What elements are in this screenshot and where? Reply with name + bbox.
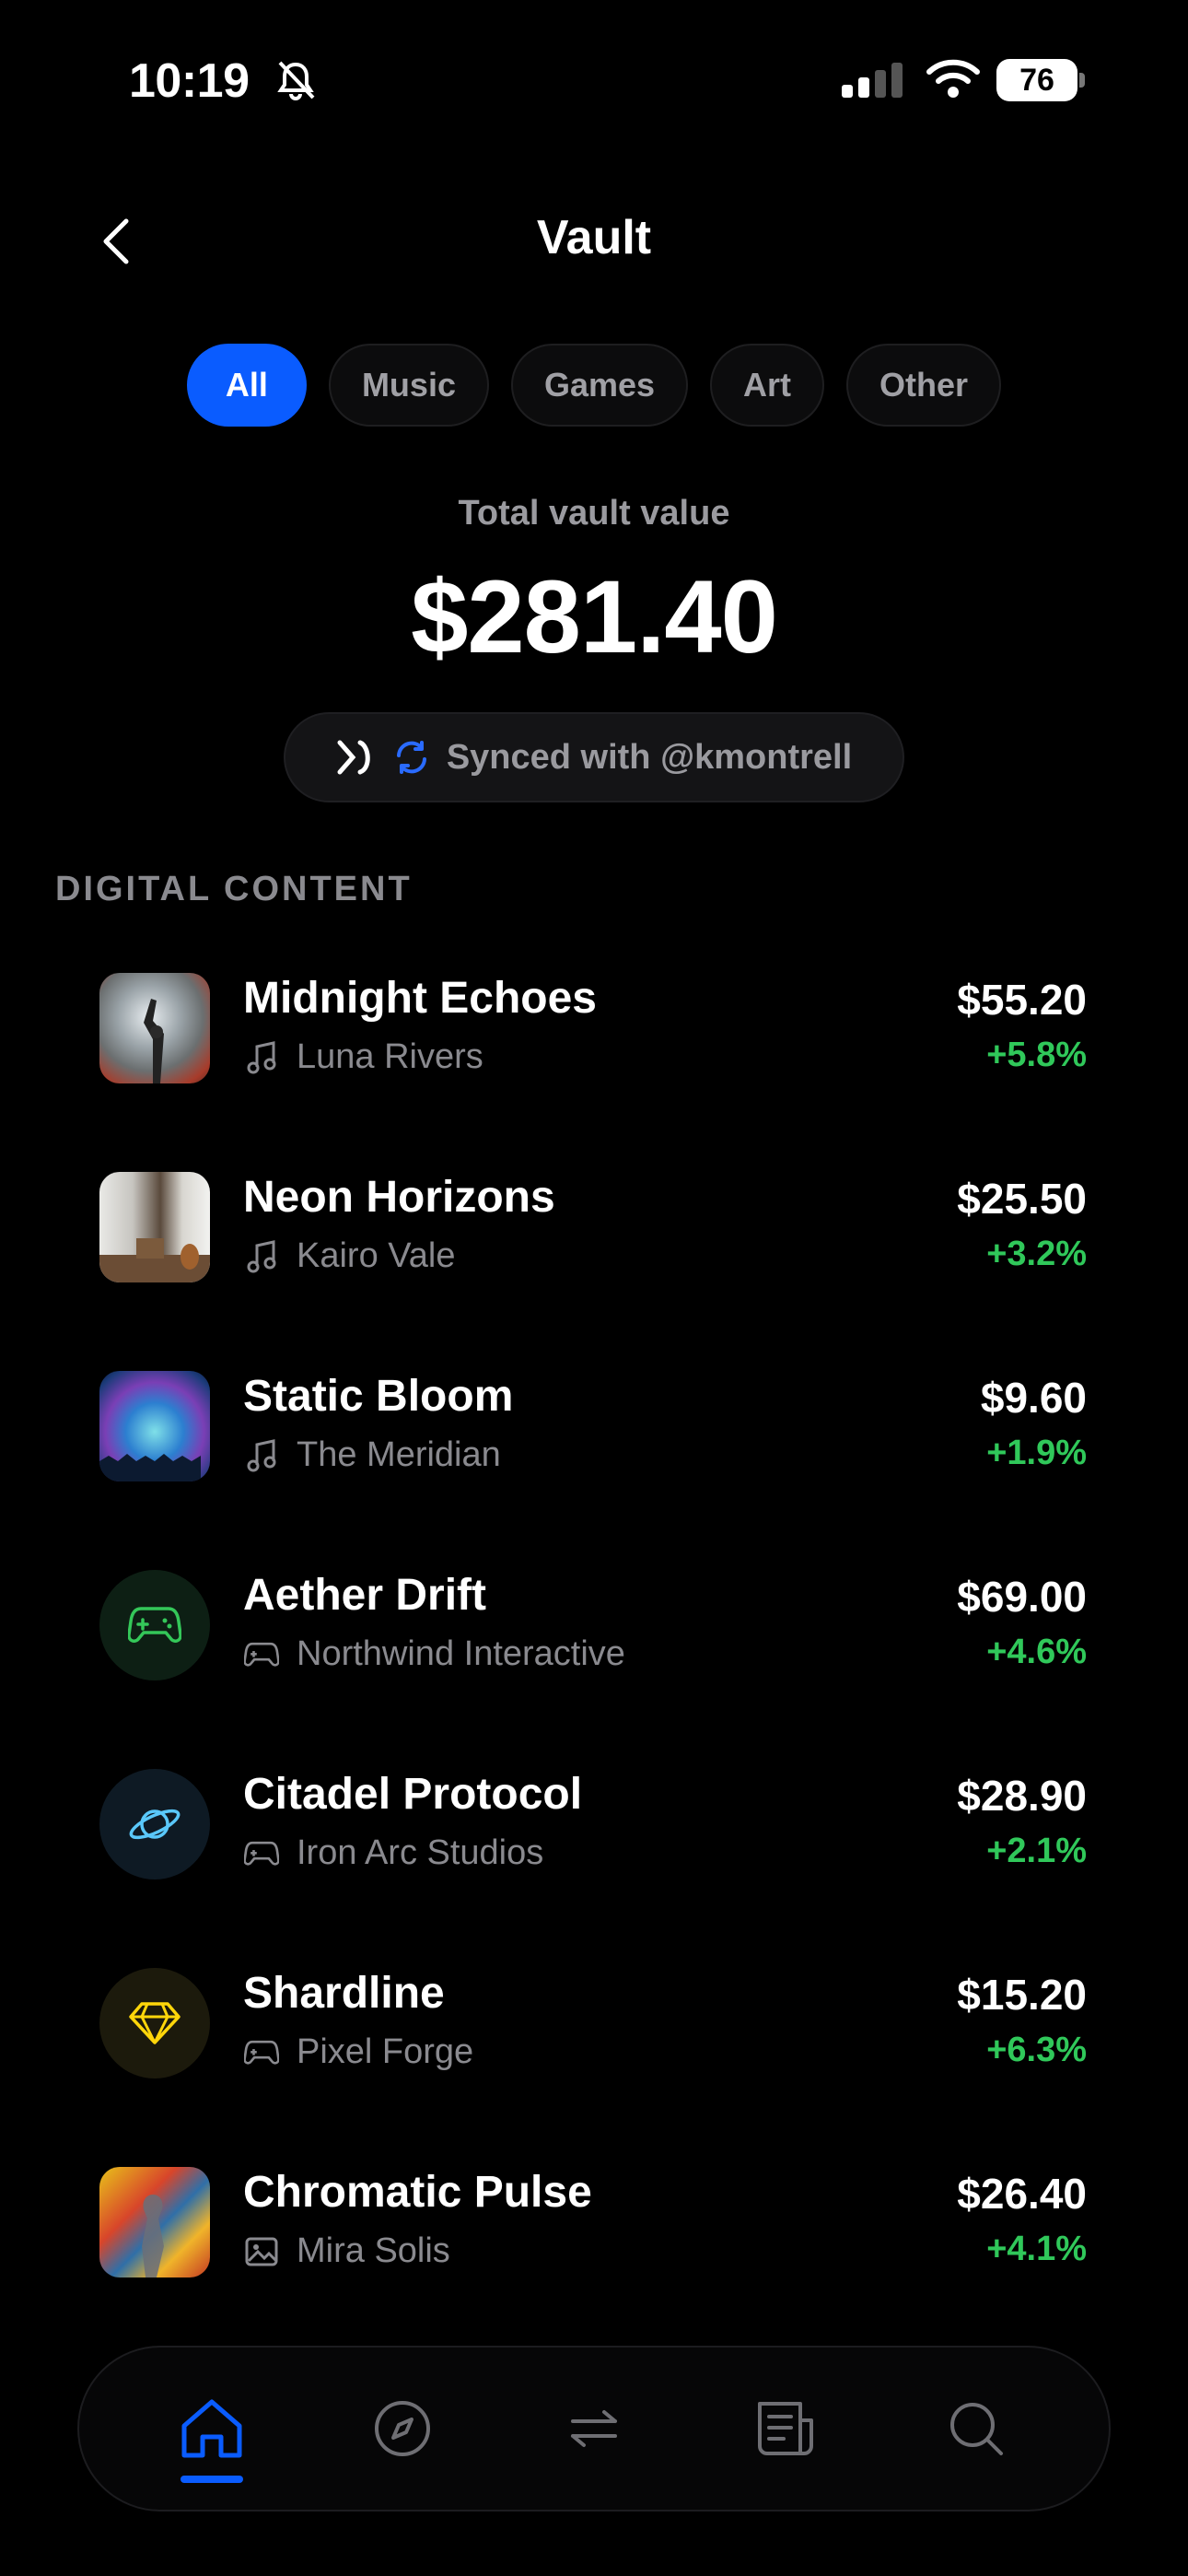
- filter-chip-games[interactable]: Games: [510, 344, 689, 427]
- item-creator-name: Iron Arc Studios: [297, 1833, 544, 1872]
- list-item[interactable]: Midnight Echoes Luna Rivers $55.20 +5.8%: [0, 958, 1188, 1157]
- diamond-icon: [129, 2002, 181, 2044]
- planet-icon: [129, 1809, 181, 1840]
- music-note-icon: [243, 1238, 280, 1275]
- item-creator-name: Luna Rivers: [297, 1037, 483, 1076]
- filter-chip-music[interactable]: Music: [328, 344, 489, 427]
- item-artwork: [99, 1570, 210, 1680]
- tab-news[interactable]: [735, 2369, 836, 2488]
- item-title: Citadel Protocol: [243, 1770, 583, 1819]
- list-item[interactable]: Neon Horizons Kairo Vale $25.50 +3.2%: [0, 1157, 1188, 1356]
- item-creator: Iron Arc Studios: [243, 1833, 543, 1873]
- item-change: +6.3%: [986, 2031, 1087, 2069]
- item-creator: Luna Rivers: [243, 1037, 483, 1077]
- painted-figure: [142, 2195, 164, 2277]
- swap-arrows-icon: [570, 2410, 617, 2447]
- compass-icon: [375, 2401, 431, 2456]
- item-price: $26.40: [957, 2170, 1087, 2218]
- image-icon: [243, 2233, 280, 2270]
- item-creator-name: The Meridian: [297, 1435, 501, 1474]
- item-creator: The Meridian: [243, 1435, 501, 1475]
- x-logo-icon: [337, 740, 370, 775]
- item-price: $69.00: [957, 1573, 1087, 1621]
- item-artwork: [99, 973, 210, 1083]
- cellular-signal-icon: [842, 63, 903, 98]
- music-note-icon: [243, 1437, 280, 1474]
- total-value-amount: $281.40: [411, 559, 778, 674]
- item-creator-name: Kairo Vale: [297, 1236, 456, 1275]
- section-title: DIGITAL CONTENT: [55, 870, 413, 908]
- item-creator-name: Mira Solis: [297, 2231, 450, 2270]
- item-title: Shardline: [243, 1969, 445, 2018]
- tab-home[interactable]: [161, 2369, 262, 2488]
- item-creator: Pixel Forge: [243, 2032, 473, 2072]
- item-change: +4.1%: [986, 2230, 1087, 2268]
- item-creator: Northwind Interactive: [243, 1634, 625, 1674]
- status-time: 10:19: [129, 54, 250, 108]
- item-creator-name: Pixel Forge: [297, 2032, 474, 2071]
- silent-bell-icon: [277, 61, 315, 100]
- status-bar: 10:19 76: [0, 0, 1188, 157]
- item-creator: Mira Solis: [243, 2231, 450, 2271]
- room-scene: [99, 1238, 210, 1282]
- list-item[interactable]: Citadel Protocol Iron Arc Studios $28.90…: [0, 1754, 1188, 1953]
- performer-silhouette: [144, 999, 164, 1083]
- item-title: Static Bloom: [243, 1372, 514, 1421]
- list-item[interactable]: Shardline Pixel Forge $15.20 +6.3%: [0, 1953, 1188, 2152]
- item-title: Aether Drift: [243, 1571, 487, 1620]
- item-title: Chromatic Pulse: [243, 2168, 592, 2217]
- list-item[interactable]: Aether Drift Northwind Interactive $69.0…: [0, 1555, 1188, 1754]
- vault-screen: 10:19 76 Vault All Music Games Art Other…: [0, 0, 1188, 2576]
- item-title: Neon Horizons: [243, 1173, 555, 1222]
- news-icon: [757, 2402, 813, 2455]
- item-price: $9.60: [980, 1374, 1087, 1422]
- filter-chip-art[interactable]: Art: [710, 344, 825, 427]
- list-item[interactable]: Chromatic Pulse Mira Solis $26.40 +4.1%: [0, 2152, 1188, 2351]
- item-title: Midnight Echoes: [243, 974, 597, 1023]
- item-artwork: [99, 2167, 210, 2277]
- gamepad-icon: [243, 1835, 280, 1872]
- item-artwork: [99, 1172, 210, 1282]
- wifi-icon: [926, 59, 980, 98]
- tab-active-indicator: [180, 2476, 243, 2483]
- page-title: Vault: [536, 211, 652, 264]
- filter-chips: All Music Games Art Other: [0, 344, 1188, 427]
- list-item[interactable]: Static Bloom The Meridian $9.60 +1.9%: [0, 1356, 1188, 1555]
- crowd-silhouette: [99, 1454, 201, 1481]
- tab-explore[interactable]: [352, 2369, 453, 2488]
- battery-indicator: 76: [996, 59, 1085, 101]
- item-price: $55.20: [957, 976, 1087, 1024]
- home-icon: [181, 2399, 242, 2458]
- battery-level: 76: [996, 59, 1077, 101]
- sync-icon: [396, 741, 426, 774]
- item-price: $28.90: [957, 1772, 1087, 1820]
- item-price: $25.50: [957, 1175, 1087, 1223]
- digital-content-list: Midnight Echoes Luna Rivers $55.20 +5.8%…: [0, 958, 1188, 2351]
- battery-cap: [1079, 73, 1085, 88]
- gamepad-icon: [243, 2034, 280, 2071]
- gamepad-icon: [128, 1607, 181, 1643]
- tab-swap[interactable]: [543, 2369, 645, 2488]
- music-note-icon: [243, 1039, 280, 1076]
- item-change: +5.8%: [986, 1036, 1087, 1074]
- filter-chip-other[interactable]: Other: [846, 344, 1002, 427]
- item-price: $15.20: [957, 1971, 1087, 2019]
- sync-status-pill[interactable]: Synced with @kmontrell: [284, 712, 904, 802]
- item-artwork: [99, 1769, 210, 1879]
- search-icon: [950, 2403, 1004, 2455]
- item-artwork: [99, 1968, 210, 2078]
- gamepad-icon: [243, 1636, 280, 1673]
- total-value-label: Total vault value: [458, 494, 730, 533]
- item-change: +1.9%: [986, 1434, 1087, 1472]
- filter-chip-all[interactable]: All: [186, 344, 307, 427]
- item-creator: Kairo Vale: [243, 1236, 456, 1276]
- sync-status-text: Synced with @kmontrell: [446, 737, 853, 777]
- item-change: +4.6%: [986, 1633, 1087, 1671]
- tab-bar: [77, 2346, 1111, 2512]
- item-change: +2.1%: [986, 1832, 1087, 1870]
- item-artwork: [99, 1371, 210, 1481]
- item-creator-name: Northwind Interactive: [297, 1634, 625, 1673]
- item-change: +3.2%: [986, 1235, 1087, 1273]
- tab-search[interactable]: [926, 2369, 1027, 2488]
